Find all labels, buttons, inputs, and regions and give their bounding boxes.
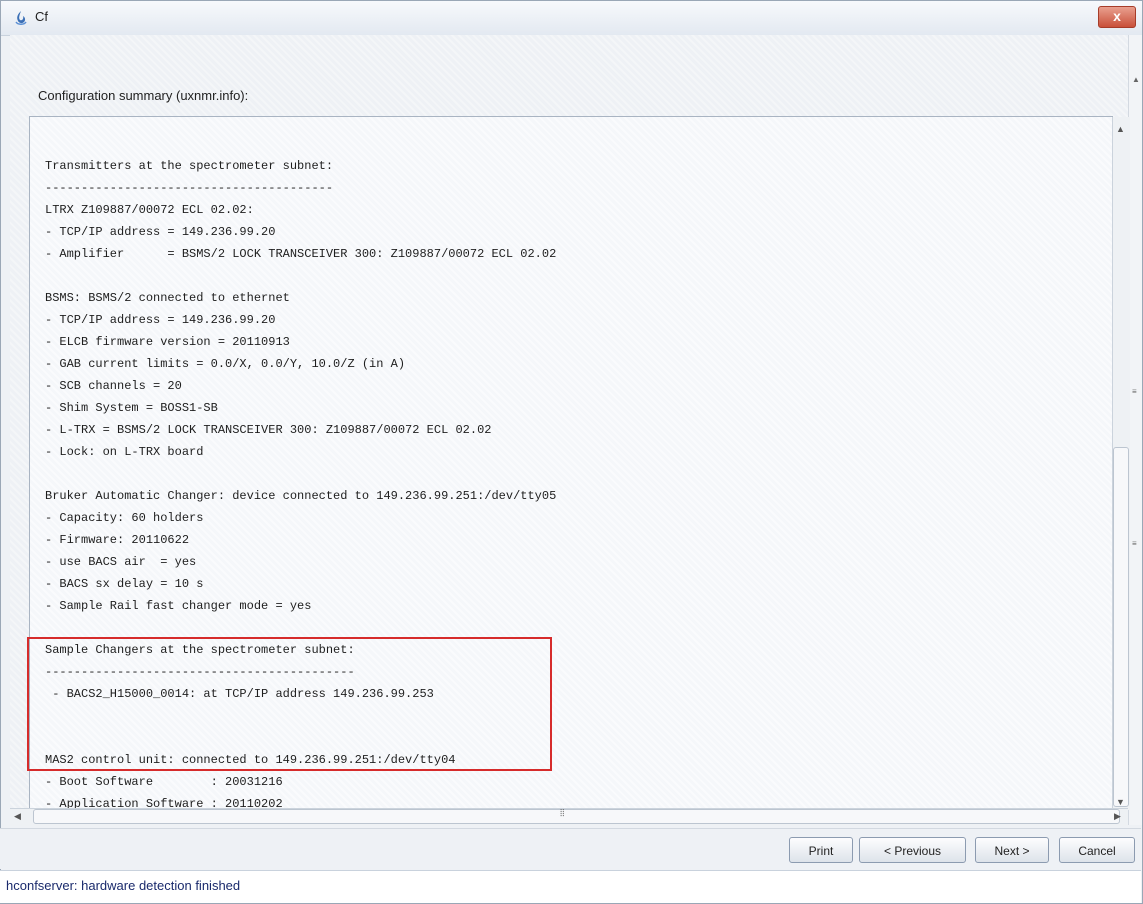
close-icon: x <box>1113 8 1121 24</box>
title-bar: Cf x <box>1 1 1142 36</box>
summary-line: - ELCB firmware version = 20110913 <box>45 335 290 349</box>
app-icon <box>15 11 27 25</box>
scroll-up-arrow-icon[interactable]: ▲ <box>1116 124 1125 134</box>
summary-line: - GAB current limits = 0.0/X, 0.0/Y, 10.… <box>45 357 406 371</box>
summary-line: - Amplifier = BSMS/2 LOCK TRANSCEIVER 30… <box>45 247 557 261</box>
highlight-box <box>27 637 552 771</box>
summary-line: - Capacity: 60 holders <box>45 511 204 525</box>
summary-line: - use BACS air = yes <box>45 555 197 569</box>
scroll-left-arrow-icon[interactable]: ◀ <box>14 811 21 822</box>
status-message: hconfserver: hardware detection finished <box>6 878 241 893</box>
scroll-grip-icon: ≡ <box>1132 387 1137 396</box>
summary-line: - TCP/IP address = 149.236.99.20 <box>45 225 276 239</box>
summary-line: BSMS: BSMS/2 connected to ethernet <box>45 291 290 305</box>
summary-line: - Boot Software : 20031216 <box>45 775 283 789</box>
scroll-right-arrow-icon[interactable]: ▶ <box>1114 811 1121 822</box>
close-button[interactable]: x <box>1098 6 1136 28</box>
scroll-up-arrow-icon[interactable]: ▲ <box>1132 75 1140 84</box>
text-vertical-scroll-thumb[interactable] <box>1113 447 1129 807</box>
summary-line: - Lock: on L-TRX board <box>45 445 204 459</box>
outer-vertical-scrollbar[interactable]: ▲ ≡ ≡ <box>1128 35 1142 825</box>
previous-button[interactable]: < Previous <box>859 837 966 863</box>
summary-line: - L-TRX = BSMS/2 LOCK TRANSCEIVER 300: Z… <box>45 423 492 437</box>
window-title: Cf <box>35 9 48 24</box>
scroll-grip-icon: ⦙⦙ <box>560 808 565 819</box>
button-row <box>0 828 1141 869</box>
summary-line: - Firmware: 20110622 <box>45 533 190 547</box>
summary-line: - Sample Rail fast changer mode = yes <box>45 599 312 613</box>
summary-line: - TCP/IP address = 149.236.99.20 <box>45 313 276 327</box>
summary-line: - SCB channels = 20 <box>45 379 182 393</box>
summary-line: - Shim System = BOSS1-SB <box>45 401 218 415</box>
scroll-grip-icon: ≡ <box>1132 539 1137 548</box>
print-button[interactable]: Print <box>789 837 853 863</box>
summary-line: ---------------------------------------- <box>45 181 334 195</box>
horizontal-scroll-thumb[interactable] <box>33 809 1120 824</box>
summary-label: Configuration summary (uxnmr.info): <box>38 88 249 103</box>
scroll-down-arrow-icon[interactable]: ▼ <box>1116 797 1125 807</box>
next-button[interactable]: Next > <box>975 837 1049 863</box>
summary-line: Bruker Automatic Changer: device connect… <box>45 489 557 503</box>
cancel-button[interactable]: Cancel <box>1059 837 1135 863</box>
summary-line: - BACS sx delay = 10 s <box>45 577 204 591</box>
summary-line: Transmitters at the spectrometer subnet: <box>45 159 334 173</box>
summary-line: LTRX Z109887/00072 ECL 02.02: <box>45 203 254 217</box>
